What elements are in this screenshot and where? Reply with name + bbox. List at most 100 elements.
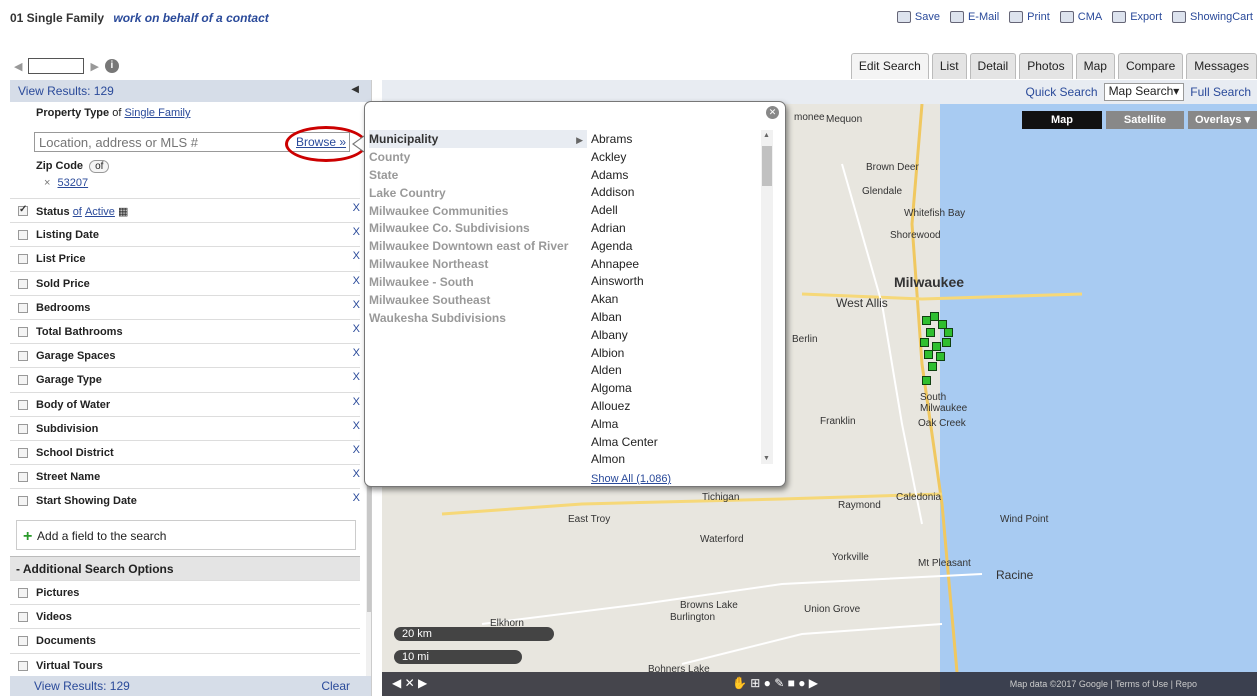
- map-overlays-menu[interactable]: Overlays ▾: [1188, 111, 1257, 129]
- checkbox[interactable]: [18, 302, 28, 313]
- checkbox[interactable]: [18, 612, 28, 623]
- prev-arrow-icon[interactable]: ◀: [14, 60, 22, 73]
- full-search-link[interactable]: Full Search: [1190, 85, 1251, 101]
- listing-marker[interactable]: [926, 328, 935, 337]
- category-lake-country[interactable]: Lake Country: [369, 184, 587, 202]
- quick-search-link[interactable]: Quick Search: [1026, 85, 1098, 101]
- category-milwaukee-downtown[interactable]: Milwaukee Downtown east of River: [369, 237, 587, 255]
- remove-zip-icon[interactable]: ×: [44, 177, 50, 189]
- municipality-item[interactable]: Alma: [591, 415, 761, 433]
- checkbox[interactable]: [18, 447, 28, 458]
- municipality-item[interactable]: Adams: [591, 166, 761, 184]
- checkbox[interactable]: [18, 351, 28, 362]
- view-results-header[interactable]: View Results: 129 ◀: [10, 80, 371, 102]
- export-button[interactable]: Export: [1112, 11, 1162, 23]
- additional-options-header[interactable]: - Additional Search Options: [10, 556, 360, 580]
- checkbox[interactable]: [18, 660, 28, 671]
- close-icon[interactable]: ✕: [766, 106, 779, 119]
- status-value[interactable]: Active: [85, 206, 115, 218]
- checkbox[interactable]: [18, 326, 28, 337]
- tab-edit-search[interactable]: Edit Search: [850, 53, 929, 79]
- tab-compare[interactable]: Compare: [1117, 53, 1184, 79]
- tab-detail[interactable]: Detail: [969, 53, 1017, 79]
- listing-marker[interactable]: [924, 350, 933, 359]
- listing-marker[interactable]: [944, 328, 953, 337]
- tab-photos[interactable]: Photos: [1019, 53, 1073, 79]
- municipality-item[interactable]: Abrams: [591, 130, 761, 148]
- cma-button[interactable]: CMA: [1059, 11, 1102, 23]
- municipality-scrollbar[interactable]: ▲ ▼: [761, 130, 773, 464]
- listing-marker[interactable]: [942, 338, 951, 347]
- listing-marker[interactable]: [928, 362, 937, 371]
- remove-field-button[interactable]: X: [353, 299, 360, 311]
- category-municipality[interactable]: Municipality: [369, 130, 587, 148]
- show-all-link[interactable]: Show All (1,086): [591, 473, 671, 485]
- category-waukesha-subdivisions[interactable]: Waukesha Subdivisions: [369, 309, 587, 327]
- checkbox[interactable]: [18, 278, 28, 289]
- municipality-item[interactable]: Almon: [591, 450, 761, 466]
- showingcart-button[interactable]: ShowingCart: [1172, 11, 1253, 23]
- status-of[interactable]: of: [73, 206, 82, 218]
- tab-messages[interactable]: Messages: [1186, 53, 1257, 79]
- category-milwaukee-communities[interactable]: Milwaukee Communities: [369, 202, 587, 220]
- municipality-item[interactable]: Ainsworth: [591, 272, 761, 290]
- view-results-link[interactable]: View Results: 129: [18, 84, 114, 98]
- zip-code-link[interactable]: 53207: [58, 177, 89, 189]
- listing-marker[interactable]: [920, 338, 929, 347]
- listing-marker[interactable]: [936, 352, 945, 361]
- checkbox[interactable]: [18, 254, 28, 265]
- save-button[interactable]: Save: [896, 11, 940, 23]
- checkbox[interactable]: [18, 204, 28, 216]
- next-arrow-icon[interactable]: ▶: [90, 60, 98, 73]
- category-county[interactable]: County: [369, 148, 587, 166]
- checkbox[interactable]: [18, 636, 28, 647]
- map-type-satellite[interactable]: Satellite: [1106, 111, 1184, 129]
- municipality-item[interactable]: Albion: [591, 344, 761, 362]
- print-button[interactable]: Print: [1009, 11, 1050, 23]
- category-state[interactable]: State: [369, 166, 587, 184]
- clear-button[interactable]: Clear: [321, 679, 350, 693]
- checkbox[interactable]: [18, 588, 28, 598]
- remove-field-button[interactable]: X: [353, 444, 360, 456]
- remove-field-button[interactable]: X: [353, 396, 360, 408]
- scroll-thumb[interactable]: [762, 146, 772, 186]
- category-milwaukee-south[interactable]: Milwaukee - South: [369, 273, 587, 291]
- remove-field-button[interactable]: X: [353, 347, 360, 359]
- municipality-item[interactable]: Adrian: [591, 219, 761, 237]
- municipality-item[interactable]: Ackley: [591, 148, 761, 166]
- calendar-icon[interactable]: ▦: [118, 206, 128, 218]
- municipality-item[interactable]: Adell: [591, 201, 761, 219]
- municipality-item[interactable]: Allouez: [591, 397, 761, 415]
- map-search-select[interactable]: Map Search▾: [1103, 83, 1185, 101]
- category-milwaukee-co-subdivisions[interactable]: Milwaukee Co. Subdivisions: [369, 219, 587, 237]
- listing-marker[interactable]: [932, 342, 941, 351]
- checkbox[interactable]: [18, 472, 28, 483]
- remove-field-button[interactable]: X: [353, 323, 360, 335]
- municipality-item[interactable]: Ahnapee: [591, 255, 761, 273]
- map-type-map[interactable]: Map: [1022, 111, 1102, 129]
- add-field-button[interactable]: + Add a field to the search: [16, 520, 356, 550]
- category-milwaukee-southeast[interactable]: Milwaukee Southeast: [369, 291, 587, 309]
- municipality-item[interactable]: Algoma: [591, 379, 761, 397]
- scroll-up-icon[interactable]: ▲: [763, 132, 770, 139]
- pan-controls[interactable]: ◀ ✕ ▶: [392, 676, 427, 690]
- municipality-item[interactable]: Agenda: [591, 237, 761, 255]
- municipality-item[interactable]: Alden: [591, 361, 761, 379]
- page-input[interactable]: [28, 58, 85, 74]
- draw-tools[interactable]: ✋ ⊞ ● ✎ ■ ● ▶: [732, 676, 818, 690]
- category-milwaukee-northeast[interactable]: Milwaukee Northeast: [369, 255, 587, 273]
- zip-of-toggle[interactable]: of: [89, 160, 110, 173]
- checkbox[interactable]: [18, 230, 28, 241]
- bottom-view-results-link[interactable]: View Results: 129: [34, 679, 130, 693]
- remove-field-button[interactable]: X: [353, 468, 360, 480]
- email-button[interactable]: E-Mail: [949, 11, 999, 23]
- municipality-item[interactable]: Alma Center: [591, 433, 761, 451]
- municipality-item[interactable]: Addison: [591, 183, 761, 201]
- checkbox[interactable]: [18, 496, 28, 507]
- remove-field-button[interactable]: X: [353, 202, 360, 214]
- remove-field-button[interactable]: X: [353, 371, 360, 383]
- tab-map[interactable]: Map: [1075, 53, 1115, 79]
- scroll-down-icon[interactable]: ▼: [763, 455, 770, 462]
- remove-field-button[interactable]: X: [353, 420, 360, 432]
- remove-field-button[interactable]: X: [353, 275, 360, 287]
